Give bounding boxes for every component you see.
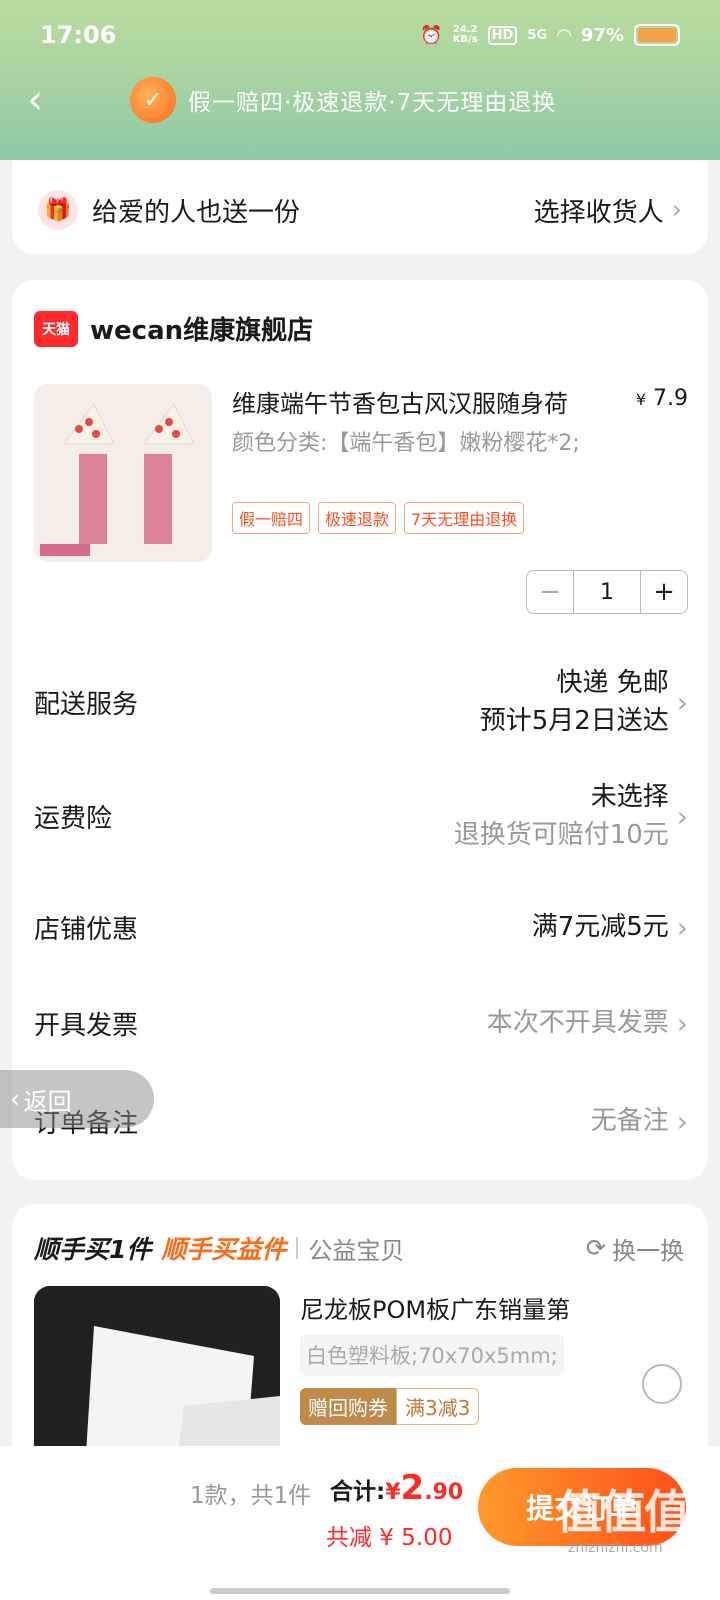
recommend-title-highlight: 顺手买益件: [161, 1235, 287, 1264]
battery-icon: [634, 24, 680, 46]
product-title[interactable]: 维康端午节香包古风汉服随身荷: [232, 384, 622, 419]
insurance-label: 运费险: [34, 803, 113, 834]
chevron-right-icon: ›: [676, 1104, 688, 1138]
store-header[interactable]: 天猫 wecan维康旗舰店: [34, 310, 313, 347]
store-discount-row[interactable]: 店铺优惠 满7元减5元 ›: [34, 908, 688, 946]
recommend-title: 顺手买1件: [34, 1235, 152, 1264]
invoice-label: 开具发票: [34, 1010, 139, 1041]
guarantee-banner[interactable]: ✓ 假一赔四·极速退款·7天无理由退换: [130, 77, 556, 123]
tmall-logo-icon: 天猫: [34, 310, 78, 347]
delivery-label: 配送服务: [34, 689, 139, 720]
gift-label: 给爱的人也送一份: [92, 197, 301, 228]
guarantee-text: 假一赔四·极速退款·7天无理由退换: [188, 90, 557, 116]
total-price: 合计:¥2.90: [330, 1468, 464, 1508]
store-card: 天猫 wecan维康旗舰店 维康端午节香包古风汉服随身荷 ¥ 7.9 颜色分类:…: [12, 280, 708, 1180]
recommend-select-radio[interactable]: [642, 1364, 682, 1404]
net-speed: 24.2 KB/s: [452, 24, 478, 45]
coupon-label: 赠回购券: [300, 1388, 396, 1425]
decrease-button[interactable]: −: [527, 571, 573, 613]
insurance-row[interactable]: 运费险 未选择 退换货可赔付10元 ›: [34, 778, 688, 854]
delivery-row[interactable]: 配送服务 快递 免邮 预计5月2日送达 ›: [34, 664, 688, 740]
product-sku[interactable]: 颜色分类:【端午香包】嫩粉樱花*2;: [232, 426, 612, 462]
gift-row[interactable]: 🎁 给爱的人也送一份 选择收货人 ›: [38, 190, 682, 230]
invoice-value: 本次不开具发票: [486, 1008, 669, 1038]
discount-label: 店铺优惠: [34, 914, 139, 945]
chevron-right-icon: ›: [671, 195, 682, 225]
delivery-value: 快递 免邮 预计5月2日送达: [479, 668, 669, 736]
status-icons: ⏰ 24.2 KB/s HD 5G ◠ 97%: [420, 24, 680, 46]
hd-icon: HD: [487, 25, 518, 45]
watermark: 值值值: [556, 1485, 690, 1539]
chevron-right-icon: ›: [676, 799, 688, 833]
product-price: ¥ 7.9: [635, 386, 688, 411]
status-bar: 17:06 ⏰ 24.2 KB/s HD 5G ◠ 97%: [0, 0, 720, 70]
service-tags: 假一赔四 极速退款 7天无理由退换: [232, 502, 525, 534]
gift-icon: 🎁: [38, 190, 78, 230]
item-count: 1款，共1件: [190, 1483, 312, 1509]
back-arrow-icon[interactable]: ‹: [0, 77, 70, 123]
recommend-header: 顺手买1件 顺手买益件 公益宝贝 ⟳ 换一换: [34, 1230, 684, 1266]
header: 17:06 ⏰ 24.2 KB/s HD 5G ◠ 97% ‹ ✓ 假一赔四·极…: [0, 0, 720, 160]
tag-fake-compensation: 假一赔四: [232, 502, 311, 534]
wifi-icon: ◠: [557, 24, 571, 46]
status-time: 17:06: [40, 21, 117, 49]
increase-button[interactable]: +: [641, 571, 687, 613]
remark-value: 无备注: [590, 1106, 669, 1136]
divider: [296, 1237, 299, 1259]
invoice-row[interactable]: 开具发票 本次不开具发票 ›: [34, 1004, 688, 1042]
floating-back-button[interactable]: ‹ 返回: [0, 1070, 154, 1128]
select-receiver-link[interactable]: 选择收货人 ›: [534, 192, 682, 229]
discount-value: 满7元减5元: [531, 912, 669, 942]
swap-button[interactable]: ⟳ 换一换: [586, 1231, 684, 1266]
recommend-item-spec: 白色塑料板;70x70x5mm;: [300, 1334, 564, 1376]
battery-percent: 97%: [580, 24, 624, 46]
chevron-right-icon: ›: [676, 685, 688, 719]
quantity-stepper: − 1 +: [526, 570, 688, 614]
insurance-value: 未选择 退换货可赔付10元: [453, 782, 669, 850]
refresh-icon: ⟳: [585, 1234, 606, 1262]
coupon-value: 满3减3: [396, 1388, 480, 1425]
tag-fast-refund: 极速退款: [318, 502, 397, 534]
store-name: wecan维康旗舰店: [90, 316, 314, 346]
tag-7day-return: 7天无理由退换: [404, 502, 525, 534]
home-indicator[interactable]: [210, 1588, 510, 1594]
gift-card[interactable]: 🎁 给爱的人也送一份 选择收货人 ›: [12, 160, 708, 254]
chevron-left-icon: ‹: [10, 1085, 20, 1113]
recommend-subtitle: 公益宝贝: [308, 1236, 405, 1265]
alarm-icon: ⏰: [420, 24, 443, 46]
watermark-url: zhizhizhi.com: [568, 1540, 663, 1556]
shield-check-icon: ✓: [130, 77, 176, 123]
recommend-item-name[interactable]: 尼龙板POM板广东销量第: [300, 1290, 570, 1325]
quantity-value[interactable]: 1: [573, 571, 641, 613]
nav-bar: ‹ ✓ 假一赔四·极速退款·7天无理由退换: [0, 70, 720, 130]
chevron-right-icon: ›: [676, 1006, 688, 1040]
chevron-right-icon: ›: [676, 910, 688, 944]
recommend-coupon: 赠回购券 满3减3: [300, 1388, 480, 1425]
product-image[interactable]: [34, 384, 212, 562]
signal-icon: 5G: [527, 27, 548, 43]
total-saved: 共减 ¥ 5.00: [326, 1525, 453, 1551]
